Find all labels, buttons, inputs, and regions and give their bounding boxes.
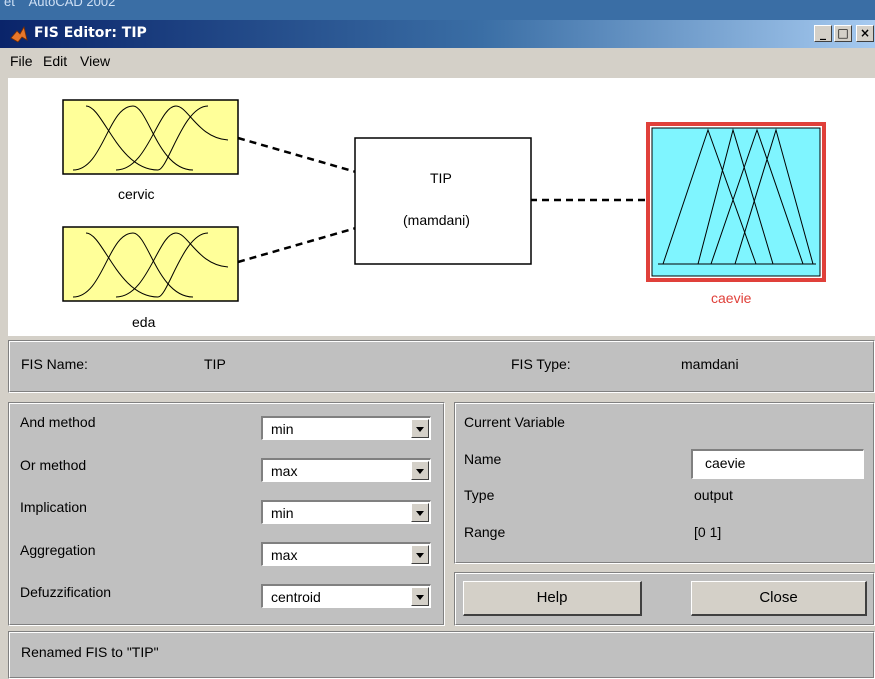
background-window-title: et AutoCAD 2002 [4, 0, 116, 9]
or-method-select[interactable]: max [261, 458, 431, 482]
status-message: Renamed FIS to "TIP" [21, 644, 159, 660]
output-label-caevie: caevie [711, 290, 752, 306]
menu-view[interactable]: View [80, 53, 110, 69]
and-method-select[interactable]: min [261, 416, 431, 440]
maximize-button[interactable]: □ [834, 25, 852, 42]
connector-eda [237, 226, 357, 264]
current-variable-heading: Current Variable [464, 414, 565, 430]
current-variable-panel: Current Variable Name caevie Type output… [454, 402, 875, 564]
implication-label: Implication [20, 499, 87, 515]
menu-bar: File Edit View [0, 48, 875, 74]
menu-file[interactable]: File [10, 53, 33, 69]
buttons-panel: Help Close [454, 572, 875, 626]
minimize-button[interactable]: _ [814, 25, 832, 42]
defuzzification-value: centroid [271, 589, 321, 605]
variable-range-value: [0 1] [694, 524, 722, 540]
defuzzification-label: Defuzzification [20, 584, 112, 600]
implication-value: min [271, 505, 294, 521]
fis-type-label: FIS Type: [511, 356, 571, 372]
aggregation-value: max [271, 547, 298, 563]
title-bar[interactable]: FIS Editor: TIP _ □ × [0, 20, 875, 48]
defuzzification-select[interactable]: centroid [261, 584, 431, 608]
chevron-down-icon[interactable] [411, 419, 429, 438]
menu-edit[interactable]: Edit [43, 53, 67, 69]
input-label-cervic: cervic [118, 186, 155, 202]
system-type: (mamdani) [403, 212, 470, 228]
connector-cervic [237, 136, 357, 174]
variable-type-value: output [694, 487, 733, 503]
or-method-label: Or method [20, 457, 87, 473]
fis-type-value: mamdani [681, 356, 739, 372]
methods-panel: And method min Or method max Implication… [8, 402, 445, 626]
aggregation-label: Aggregation [20, 542, 96, 558]
chevron-down-icon[interactable] [411, 461, 429, 480]
chevron-down-icon[interactable] [411, 587, 429, 606]
system-name: TIP [430, 170, 452, 186]
and-method-value: min [271, 421, 294, 437]
chevron-down-icon[interactable] [411, 503, 429, 522]
close-window-button[interactable]: × [856, 25, 874, 42]
or-method-value: max [271, 463, 298, 479]
window-title: FIS Editor: TIP [34, 25, 147, 41]
fis-diagram: cervic eda TIP (mamdani) caevie [8, 78, 875, 336]
implication-select[interactable]: min [261, 500, 431, 524]
input-variable-cervic[interactable] [62, 99, 239, 175]
fis-system-box[interactable] [354, 137, 532, 265]
input-label-eda: eda [132, 314, 156, 330]
close-button[interactable]: Close [691, 581, 867, 616]
variable-name-field[interactable]: caevie [691, 449, 864, 479]
fis-info-panel: FIS Name: TIP FIS Type: mamdani [8, 340, 875, 393]
input-variable-eda[interactable] [62, 226, 239, 302]
output-variable-caevie[interactable] [646, 122, 826, 282]
variable-name-value: caevie [705, 455, 746, 471]
matlab-icon [10, 26, 28, 43]
aggregation-select[interactable]: max [261, 542, 431, 566]
and-method-label: And method [20, 414, 96, 430]
chevron-down-icon[interactable] [411, 545, 429, 564]
fis-name-value: TIP [204, 356, 226, 372]
background-window-strip: et AutoCAD 2002 [0, 0, 875, 20]
help-button[interactable]: Help [463, 581, 642, 616]
variable-name-label: Name [464, 451, 502, 467]
fis-name-label: FIS Name: [21, 356, 88, 372]
variable-type-label: Type [464, 487, 495, 503]
status-panel: Renamed FIS to "TIP" [8, 631, 875, 679]
variable-range-label: Range [464, 524, 506, 540]
